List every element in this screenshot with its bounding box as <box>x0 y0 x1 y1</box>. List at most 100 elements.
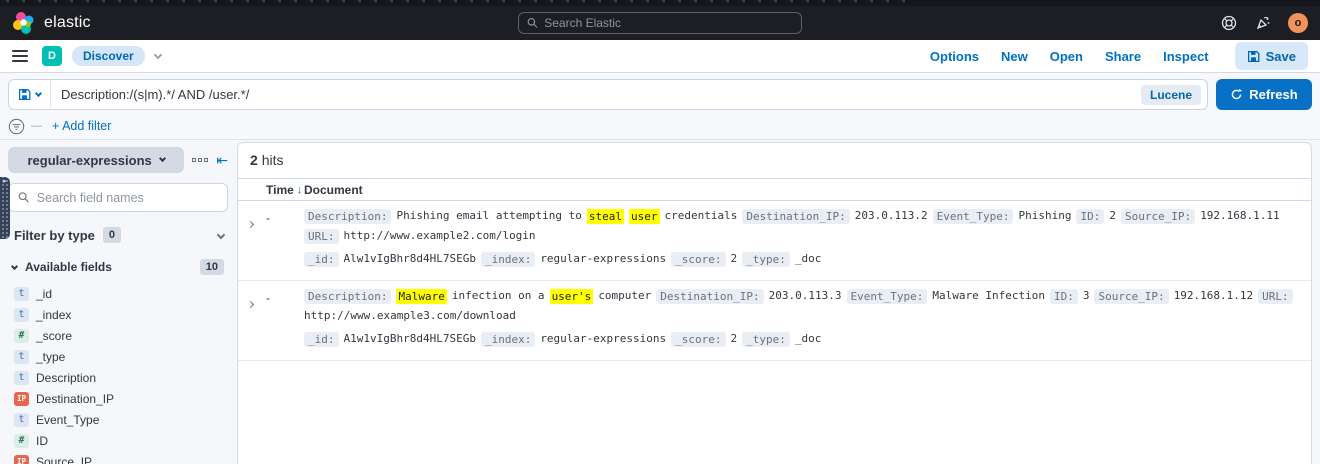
doc-field-value: 2 <box>730 332 738 345</box>
field-item-_index[interactable]: t _index <box>8 304 228 325</box>
expand-row-icon[interactable] <box>246 300 255 309</box>
new-link[interactable]: New <box>1001 49 1028 64</box>
doc-field-badge: Description: <box>304 208 392 224</box>
filter-by-type-count: 0 <box>102 227 122 243</box>
available-fields-count: 10 <box>199 259 224 275</box>
field-type-icon: # <box>14 433 29 448</box>
save-button[interactable]: Save <box>1234 42 1308 70</box>
field-item-Event_Type[interactable]: t Event_Type <box>8 409 228 430</box>
field-type-icon: t <box>14 286 29 301</box>
global-search-input[interactable] <box>544 16 793 30</box>
field-type-icon: # <box>14 328 29 343</box>
field-item-ID[interactable]: # ID <box>8 430 228 451</box>
field-name: _index <box>36 307 72 322</box>
doc-field-value: 2 <box>1109 209 1116 222</box>
results-table-header: Time ↓ Document <box>238 179 1311 201</box>
doc-field-badge: _index: <box>480 251 536 267</box>
doc-field-value: 2 <box>730 252 738 265</box>
doc-field-value: 203.0.113.3 <box>768 289 842 302</box>
field-type-icon: IP <box>14 454 29 464</box>
doc-field-value: regular-expressions <box>540 252 667 265</box>
hits-count: 2 hits <box>238 143 1311 179</box>
doc-field-value: regular-expressions <box>540 332 667 345</box>
doc-highlight: Malware <box>396 288 447 304</box>
news-feed-icon[interactable] <box>1254 14 1272 32</box>
field-item-Destination_IP[interactable]: IP Destination_IP <box>8 388 228 409</box>
field-search[interactable] <box>8 183 228 212</box>
options-link[interactable]: Options <box>930 49 979 64</box>
menu-icon[interactable] <box>12 50 28 62</box>
user-avatar[interactable]: o <box>1288 13 1308 33</box>
elastic-logo-icon <box>13 12 34 34</box>
doc-field-value: infection on a <box>451 289 545 302</box>
query-toolbar: Lucene Refresh — + Add filter <box>0 73 1320 140</box>
elastic-logo[interactable]: elastic <box>12 11 91 35</box>
collapsed-panel-toggle[interactable]: ▸ <box>0 177 10 239</box>
sort-descending-icon[interactable]: ↓ <box>297 184 303 196</box>
field-name: Source_IP <box>36 454 93 464</box>
query-input[interactable] <box>51 87 1141 102</box>
doc-field-value: _doc <box>794 252 822 265</box>
saved-query-menu-button[interactable] <box>9 80 51 109</box>
global-search[interactable] <box>518 12 802 34</box>
saved-query-chevron-icon <box>34 89 43 98</box>
doc-field-value: 203.0.113.2 <box>854 209 928 222</box>
doc-field-badge: _id: <box>304 331 339 347</box>
query-input-wrapper: Lucene <box>8 79 1208 110</box>
expand-row-icon[interactable] <box>246 220 255 229</box>
field-list: t _id t _index # _score t _type t Description IP De… <box>8 283 228 464</box>
time-cell: - <box>266 211 270 225</box>
open-link[interactable]: Open <box>1050 49 1083 64</box>
field-item-Source_IP[interactable]: IP Source_IP <box>8 451 228 464</box>
field-type-icon: t <box>14 349 29 364</box>
index-pattern-select[interactable]: regular-expressions <box>8 147 185 173</box>
doc-field-value: http://www.example3.com/download <box>304 309 516 322</box>
doc-field-value: A1w1vIgBhr8d4HL7SEGb <box>343 332 476 345</box>
document-cell: Description: Malware infection on a user's c… <box>304 288 1311 354</box>
field-item-_score[interactable]: # _score <box>8 325 228 346</box>
filter-by-type[interactable]: Filter by type 0 <box>8 221 228 249</box>
filter-by-type-chevron-icon <box>216 230 226 240</box>
field-type-icon: t <box>14 370 29 385</box>
results-rows: - Description: Phishing email attempting t… <box>238 201 1311 361</box>
breadcrumb-discover[interactable]: Discover <box>72 46 145 66</box>
time-column-header[interactable]: Time <box>266 183 294 197</box>
add-filter-button[interactable]: + Add filter <box>52 119 111 133</box>
inspect-link[interactable]: Inspect <box>1163 49 1209 64</box>
doc-field-badge: Destination_IP: <box>656 288 764 304</box>
field-type-icon: IP <box>14 391 29 406</box>
query-language-badge[interactable]: Lucene <box>1140 84 1201 105</box>
fields-sidebar: regular-expressions ⇤ Filter by type 0 A… <box>0 140 232 464</box>
doc-field-badge: Event_Type: <box>932 208 1014 224</box>
breadcrumb-chevron-icon[interactable] <box>153 50 162 59</box>
field-type-icon: t <box>14 412 29 427</box>
doc-highlight: steal <box>586 208 625 224</box>
doc-field-badge: Source_IP: <box>1120 208 1196 224</box>
available-fields-label: Available fields <box>25 260 112 274</box>
share-link[interactable]: Share <box>1105 49 1141 64</box>
field-item-_type[interactable]: t _type <box>8 346 228 367</box>
filter-icon[interactable] <box>8 118 25 135</box>
doc-field-value: 192.168.1.12 <box>1173 289 1254 302</box>
available-fields-header[interactable]: Available fields 10 <box>8 259 228 275</box>
field-settings-icon[interactable] <box>192 158 209 162</box>
field-search-input[interactable] <box>36 190 218 205</box>
elastic-header: elastic Search Elastic o <box>0 6 1320 40</box>
time-cell: - <box>266 291 270 305</box>
field-item-_id[interactable]: t _id <box>8 283 228 304</box>
help-icon[interactable] <box>1220 14 1238 32</box>
refresh-button[interactable]: Refresh <box>1216 79 1312 110</box>
collapse-sidebar-icon[interactable]: ⇤ <box>216 153 228 167</box>
filter-bar-dash: — <box>31 120 42 132</box>
space-badge[interactable]: D <box>42 46 62 66</box>
available-fields-chevron-icon <box>10 262 19 270</box>
document-cell: Description: Phishing email attempting to… <box>304 208 1311 274</box>
field-item-Description[interactable]: t Description <box>8 367 228 388</box>
save-label: Save <box>1265 48 1296 64</box>
doc-field-value: _doc <box>794 332 822 345</box>
doc-field-value: Phishing <box>1018 209 1072 222</box>
results-card: 2 hits Time ↓ Document - Description: Phis… <box>237 142 1312 464</box>
field-name: _id <box>36 286 53 301</box>
doc-field-value: Phishing email attempting to <box>396 209 582 222</box>
doc-field-badge: _id: <box>304 251 339 267</box>
